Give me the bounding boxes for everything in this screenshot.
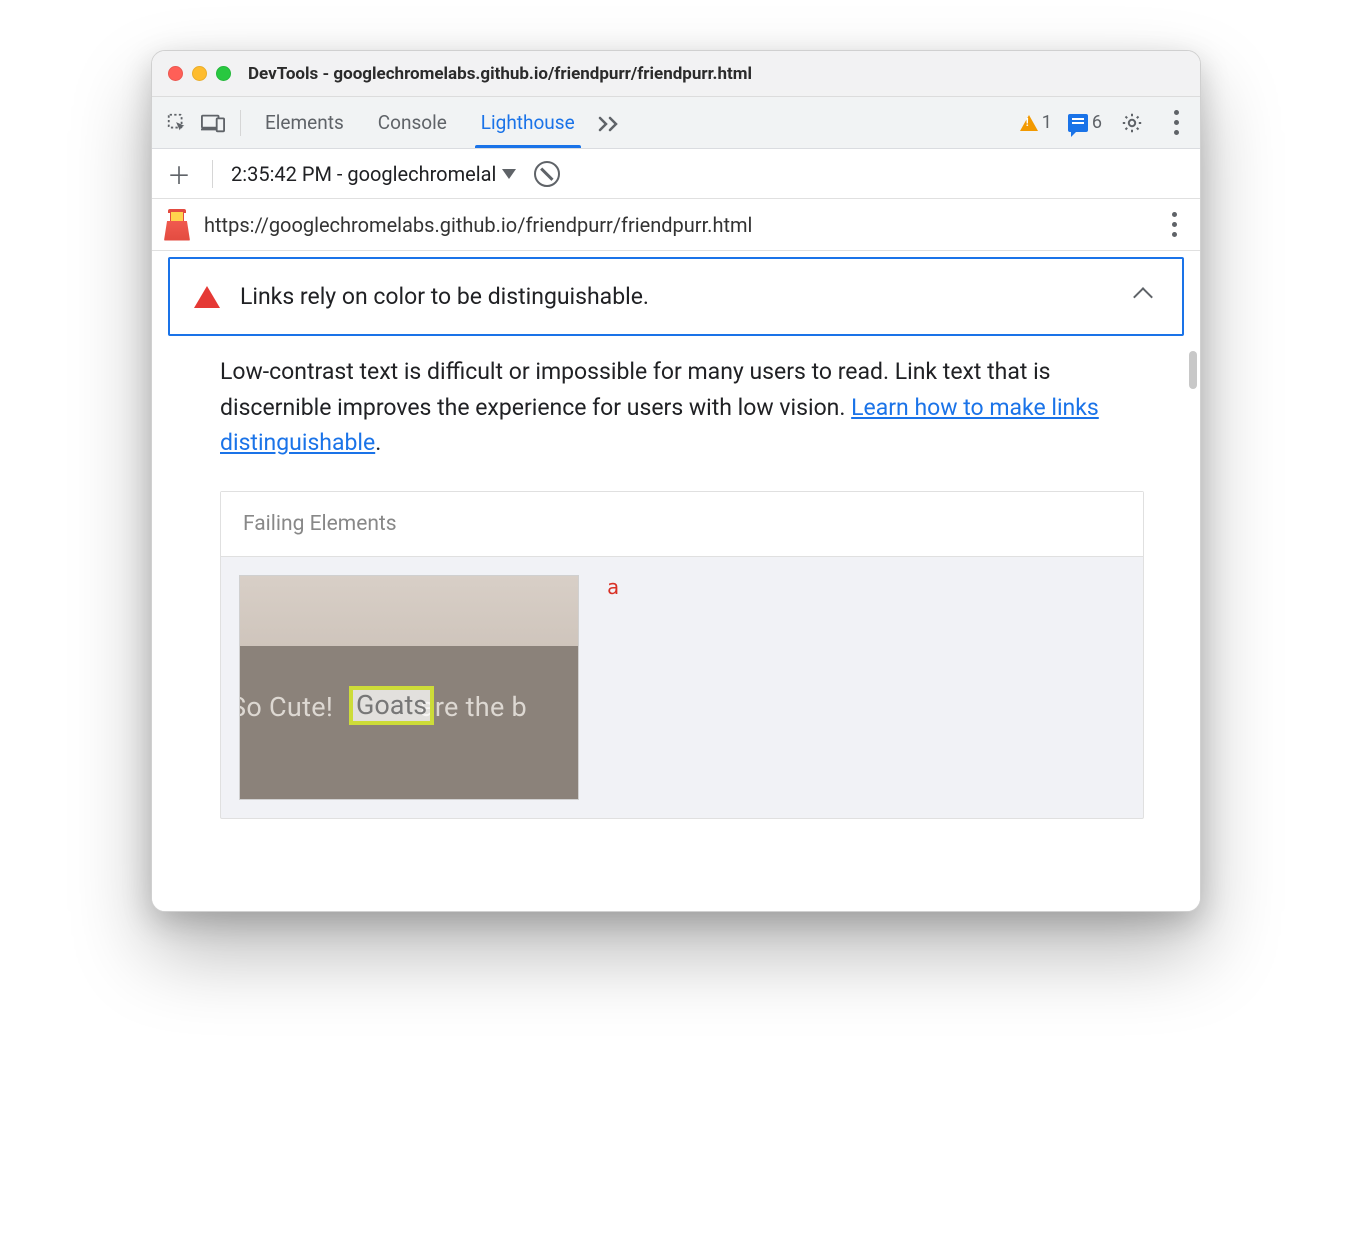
devtools-toolbar: Elements Console Lighthouse 1 6 <box>152 97 1200 149</box>
audit-title: Links rely on color to be distinguishabl… <box>240 283 1116 310</box>
inspect-element-icon[interactable] <box>162 108 192 138</box>
report-url: https://googlechromelabs.github.io/frien… <box>204 213 1146 237</box>
period: . <box>375 429 381 456</box>
devtools-window: DevTools - googlechromelabs.github.io/fr… <box>151 50 1201 912</box>
highlighted-link: Goats <box>349 686 434 725</box>
failing-elements-box: Failing Elements So Cute! Goats are the … <box>220 491 1144 819</box>
toolbar-divider <box>240 110 241 136</box>
failing-elements-title: Failing Elements <box>221 492 1143 557</box>
more-options-icon[interactable] <box>1162 109 1190 137</box>
collapse-chevron-icon[interactable] <box>1133 287 1153 307</box>
lighthouse-icon <box>164 209 190 241</box>
report-select[interactable]: 2:35:42 PM - googlechromelal <box>231 162 516 186</box>
device-toolbar-icon[interactable] <box>198 108 228 138</box>
fail-triangle-icon <box>194 286 220 308</box>
window-title: DevTools - googlechromelabs.github.io/fr… <box>248 64 752 84</box>
window-minimize-button[interactable] <box>192 66 207 81</box>
warning-icon <box>1020 115 1038 131</box>
warnings-count: 1 <box>1042 112 1052 133</box>
more-tabs-icon[interactable] <box>597 114 621 132</box>
audit-header[interactable]: Links rely on color to be distinguishabl… <box>168 257 1184 336</box>
window-zoom-button[interactable] <box>216 66 231 81</box>
titlebar: DevTools - googlechromelabs.github.io/fr… <box>152 51 1200 97</box>
lighthouse-content: Links rely on color to be distinguishabl… <box>152 251 1200 911</box>
toolbar-right: 1 6 <box>1020 109 1190 137</box>
reportbar-divider <box>212 160 213 188</box>
failing-elements-body: So Cute! Goats are the b Goats a <box>221 557 1143 818</box>
report-menu-icon[interactable] <box>1160 211 1188 239</box>
clear-report-icon[interactable] <box>534 161 560 187</box>
new-report-button[interactable]: ＋ <box>164 159 194 189</box>
report-select-label: 2:35:42 PM - googlechromelal <box>231 162 496 186</box>
tab-elements[interactable]: Elements <box>263 100 346 145</box>
lighthouse-url-bar: https://googlechromelabs.github.io/frien… <box>152 199 1200 251</box>
panel-tabs: Elements Console Lighthouse <box>263 100 577 145</box>
messages-count: 6 <box>1092 112 1102 133</box>
caret-down-icon <box>502 169 516 179</box>
audit-description: Low-contrast text is difficult or imposs… <box>168 354 1184 461</box>
thumb-text-left: So Cute! <box>239 691 340 723</box>
element-screenshot[interactable]: So Cute! Goats are the b Goats <box>239 575 579 800</box>
window-close-button[interactable] <box>168 66 183 81</box>
tab-console[interactable]: Console <box>376 100 449 145</box>
settings-icon[interactable] <box>1118 109 1146 137</box>
warnings-badge[interactable]: 1 <box>1020 112 1052 133</box>
scrollbar-thumb[interactable] <box>1189 351 1197 389</box>
lighthouse-report-bar: ＋ 2:35:42 PM - googlechromelal <box>152 149 1200 199</box>
element-tag[interactable]: a <box>607 575 619 599</box>
messages-icon <box>1068 114 1088 132</box>
tab-lighthouse[interactable]: Lighthouse <box>479 100 577 145</box>
traffic-lights <box>168 66 231 81</box>
messages-badge[interactable]: 6 <box>1068 112 1102 133</box>
